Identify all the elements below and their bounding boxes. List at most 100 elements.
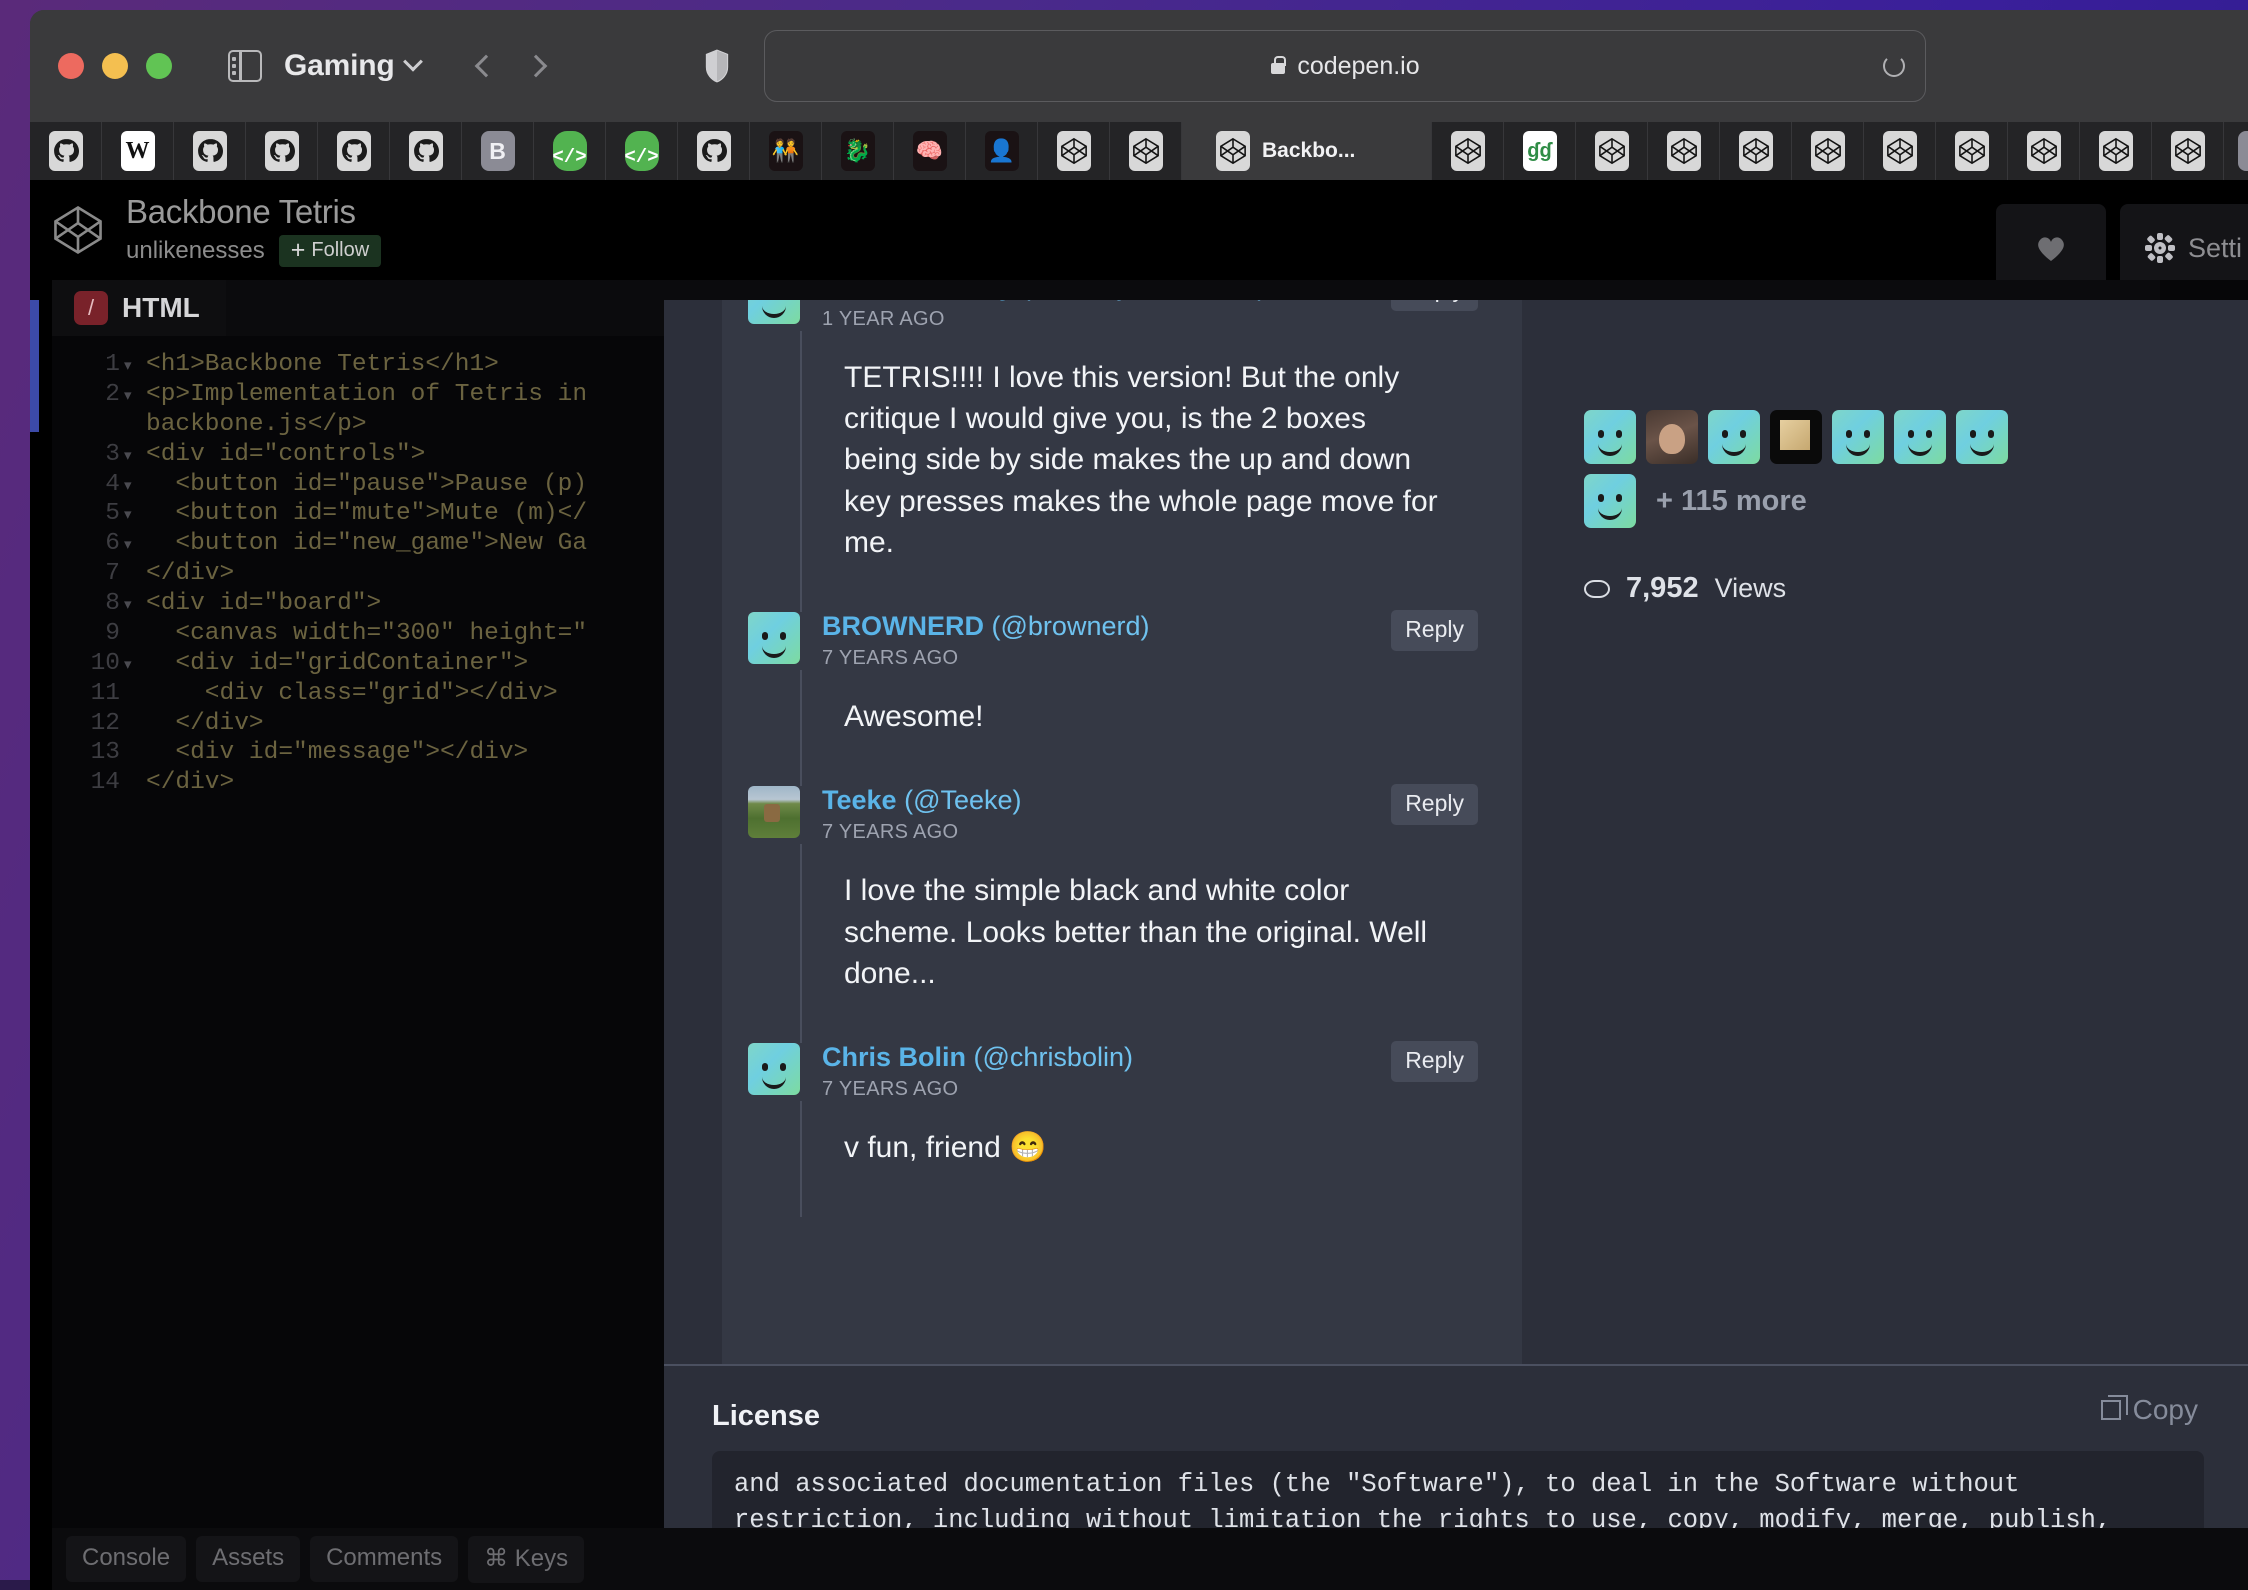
fold-arrow-icon[interactable]: ▾ xyxy=(124,499,146,529)
reply-button[interactable]: Reply xyxy=(1391,1040,1478,1082)
fold-arrow-icon[interactable] xyxy=(124,679,146,709)
bottombar-comments[interactable]: Comments xyxy=(310,1536,459,1582)
comment-header: Chris Bolin (@chrisbolin) 7 YEARS AGO Repl… xyxy=(722,1040,1478,1102)
tab-item-28[interactable]: TT xyxy=(2224,122,2248,180)
tab-html[interactable]: / HTML xyxy=(52,280,226,336)
avatar[interactable] xyxy=(748,611,800,664)
reply-button[interactable]: Reply xyxy=(1391,609,1478,651)
tab-item-8[interactable]: </> xyxy=(606,122,678,180)
fold-arrow-icon[interactable] xyxy=(124,619,146,649)
avatar[interactable] xyxy=(748,785,800,838)
reply-button[interactable]: Reply xyxy=(1391,300,1478,311)
tab-active-backbone[interactable]: Backbo... xyxy=(1182,122,1432,180)
fold-arrow-icon[interactable] xyxy=(124,410,146,440)
tab-item-25[interactable] xyxy=(2008,122,2080,180)
bottombar-keys[interactable]: ⌘ Keys xyxy=(468,1535,585,1583)
line-number: 1 xyxy=(105,351,120,378)
code-text: <div id="board"> xyxy=(146,590,382,617)
comment-text: TETRIS!!!! I love this version! But the … xyxy=(844,360,1438,560)
tab-item-4[interactable] xyxy=(318,122,390,180)
settings-button[interactable]: Setti xyxy=(2120,204,2248,292)
tab-strip[interactable]: WB</></>🧑‍🤝‍🧑🐉🧠👤Backbo...ɠɠTTS|SEE xyxy=(30,122,2248,180)
close-window-button[interactable] xyxy=(58,53,84,79)
tab-item-18[interactable]: ɠɠ xyxy=(1504,122,1576,180)
tab-item-12[interactable]: 🧠 xyxy=(894,122,966,180)
tab-item-20[interactable] xyxy=(1648,122,1720,180)
minimize-window-button[interactable] xyxy=(102,53,128,79)
avatar[interactable] xyxy=(748,1042,800,1095)
shield-icon[interactable] xyxy=(704,49,730,83)
fire-icon: 🧠 xyxy=(912,131,947,171)
tab-item-21[interactable] xyxy=(1720,122,1792,180)
tab-item-11[interactable]: 🐉 xyxy=(822,122,894,180)
tab-item-6[interactable]: B xyxy=(462,122,534,180)
fold-arrow-icon[interactable] xyxy=(124,768,146,798)
profile-name[interactable]: Gaming xyxy=(284,49,395,83)
back-arrow-icon[interactable] xyxy=(475,54,498,78)
tab-item-27[interactable] xyxy=(2152,122,2224,180)
fold-arrow-icon[interactable]: ▾ xyxy=(124,380,146,410)
sidebar-toggle-icon[interactable] xyxy=(228,50,262,82)
bottombar-assets[interactable]: Assets xyxy=(196,1536,301,1582)
code-text: <button id="mute">Mute (m)</ xyxy=(146,500,588,528)
lover-avatar[interactable] xyxy=(1832,410,1884,464)
copy-license-button[interactable]: Copy xyxy=(2100,1394,2198,1426)
reply-button[interactable]: Reply xyxy=(1391,783,1478,825)
tab-item-23[interactable] xyxy=(1864,122,1936,180)
comment-author[interactable]: Chris Bolin (@chrisbolin) xyxy=(822,1042,1478,1073)
tab-item-13[interactable]: 👤 xyxy=(966,122,1038,180)
love-button[interactable] xyxy=(1996,204,2106,292)
tab-item-2[interactable] xyxy=(174,122,246,180)
tab-item-3[interactable] xyxy=(246,122,318,180)
tab-item-1[interactable]: W xyxy=(102,122,174,180)
comment-author[interactable]: Paul Mounthey (@CraftyMiner1771) xyxy=(822,300,1478,302)
reload-icon[interactable] xyxy=(1883,55,1906,77)
fold-arrow-icon[interactable] xyxy=(124,709,146,739)
tab-item-19[interactable] xyxy=(1576,122,1648,180)
chevron-down-icon[interactable] xyxy=(403,51,424,72)
bottombar-console[interactable]: Console xyxy=(66,1536,187,1582)
forward-arrow-icon[interactable] xyxy=(525,54,548,78)
tab-item-26[interactable] xyxy=(2080,122,2152,180)
lovers-avatar-grid[interactable]: + 115 more xyxy=(1584,300,2034,528)
fold-arrow-icon[interactable]: ▾ xyxy=(124,529,146,559)
tab-item-15[interactable] xyxy=(1110,122,1182,180)
comment-meta: Paul Mounthey (@CraftyMiner1771) 1 YEAR A… xyxy=(822,300,1478,331)
heart-icon xyxy=(2038,236,2064,261)
tab-item-9[interactable] xyxy=(678,122,750,180)
address-bar[interactable]: codepen.io xyxy=(764,30,1927,102)
lover-avatar[interactable] xyxy=(1584,474,1636,528)
comment-author[interactable]: Teeke (@Teeke) xyxy=(822,785,1478,816)
lover-avatar[interactable] xyxy=(1770,410,1822,464)
codepen-icon xyxy=(2170,131,2205,171)
lover-avatar[interactable] xyxy=(1894,410,1946,464)
more-lovers-link[interactable]: + 115 more xyxy=(1656,485,1807,518)
avatar[interactable] xyxy=(748,300,800,324)
fold-arrow-icon[interactable]: ▾ xyxy=(124,589,146,619)
fold-arrow-icon[interactable]: ▾ xyxy=(124,440,146,470)
fold-arrow-icon[interactable]: ▾ xyxy=(124,470,146,500)
tab-item-14[interactable] xyxy=(1038,122,1110,180)
follow-button[interactable]: + Follow xyxy=(278,234,382,267)
code-text: backbone.js</p> xyxy=(146,410,367,438)
lover-avatar[interactable] xyxy=(1584,410,1636,464)
lover-avatar[interactable] xyxy=(1646,410,1698,464)
tab-item-17[interactable] xyxy=(1432,122,1504,180)
tab-item-22[interactable] xyxy=(1792,122,1864,180)
tab-item-0[interactable] xyxy=(30,122,102,180)
fold-arrow-icon[interactable]: ▾ xyxy=(124,350,146,380)
tab-item-10[interactable]: 🧑‍🤝‍🧑 xyxy=(750,122,822,180)
maximize-window-button[interactable] xyxy=(146,53,172,79)
tab-item-24[interactable] xyxy=(1936,122,2008,180)
pen-author[interactable]: unlikenesses xyxy=(126,237,265,265)
code-text: <p>Implementation of Tetris in xyxy=(146,380,588,408)
lover-avatar[interactable] xyxy=(1956,410,2008,464)
tab-item-5[interactable] xyxy=(390,122,462,180)
fold-arrow-icon[interactable] xyxy=(124,559,146,589)
tab-item-7[interactable]: </> xyxy=(534,122,606,180)
lover-avatar[interactable] xyxy=(1708,410,1760,464)
fold-arrow-icon[interactable]: ▾ xyxy=(124,649,146,679)
lock-icon xyxy=(1271,55,1287,74)
fold-arrow-icon[interactable] xyxy=(124,738,146,768)
comment-author[interactable]: BROWNERD (@brownerd) xyxy=(822,611,1478,642)
